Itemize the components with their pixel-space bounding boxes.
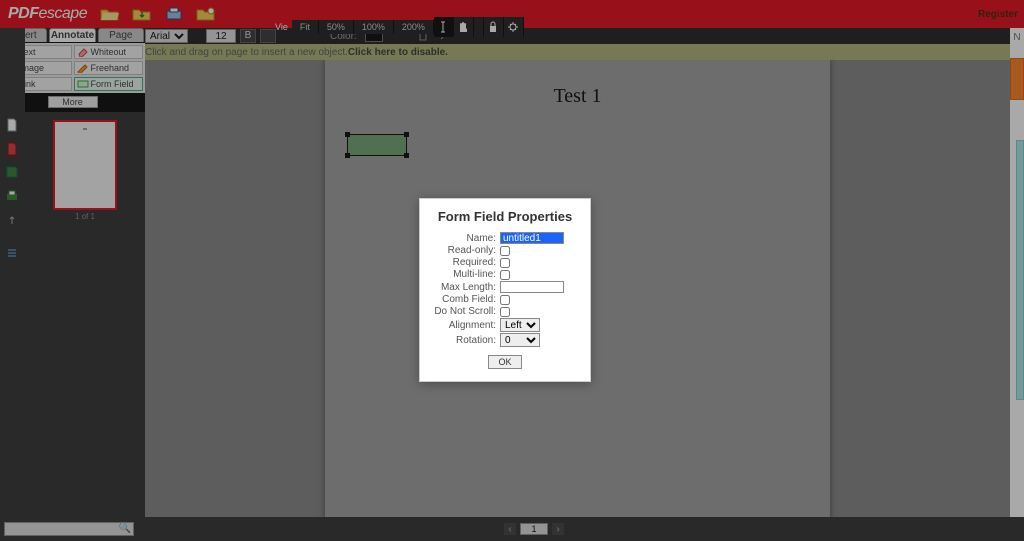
required-checkbox[interactable] [500,258,510,268]
label-readonly: Read-only: [428,245,500,256]
field-name-input[interactable] [500,232,564,244]
label-rotation: Rotation: [428,335,500,346]
readonly-checkbox[interactable] [500,246,510,256]
label-name: Name: [428,233,500,244]
alignment-select[interactable]: Left [500,318,540,332]
label-maxlength: Max Length: [428,282,500,293]
label-align: Alignment: [428,320,500,331]
label-noscroll: Do Not Scroll: [428,306,500,317]
noscroll-checkbox[interactable] [500,307,510,317]
ok-button[interactable]: OK [488,355,522,369]
form-field-properties-dialog: Form Field Properties Name: Read-only: R… [419,198,591,382]
comb-checkbox[interactable] [500,295,510,305]
rotation-select[interactable]: 0 [500,333,540,347]
maxlength-input[interactable] [500,281,564,293]
dialog-title: Form Field Properties [428,209,582,224]
label-comb: Comb Field: [428,294,500,305]
multiline-checkbox[interactable] [500,270,510,280]
label-multiline: Multi-line: [428,269,500,280]
label-required: Required: [428,257,500,268]
